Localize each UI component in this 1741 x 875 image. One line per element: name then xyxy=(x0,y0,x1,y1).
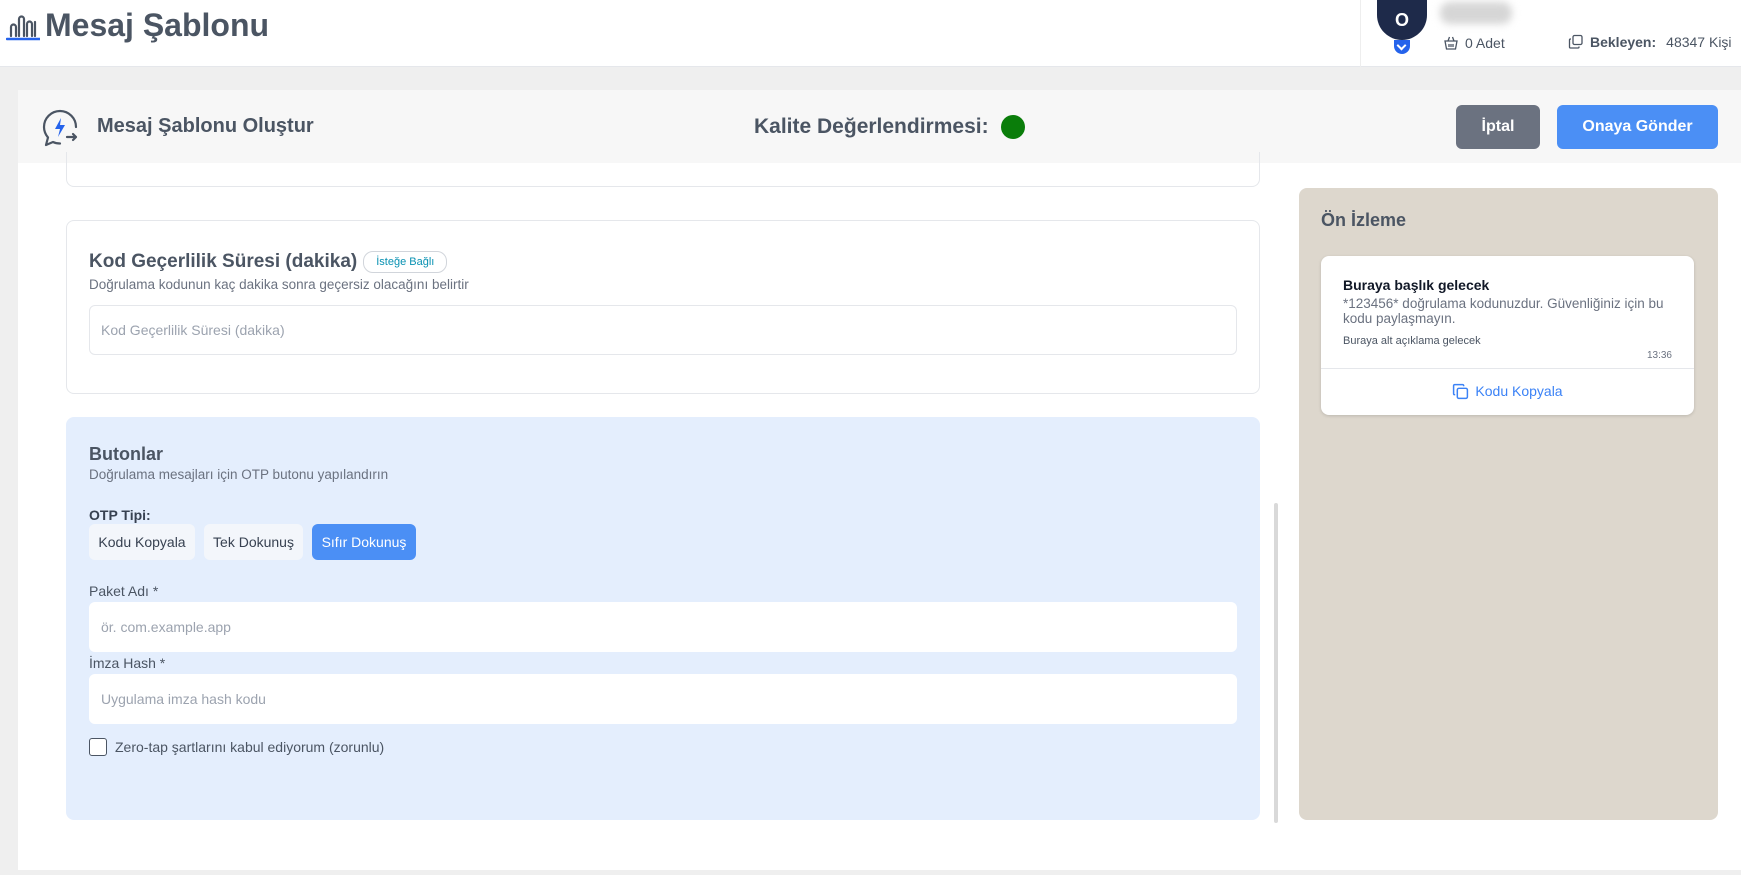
form-scrollbar[interactable] xyxy=(1274,503,1278,823)
form-title: Mesaj Şablonu Oluştur xyxy=(97,115,314,137)
copy-icon xyxy=(1453,383,1469,399)
code-validity-title: Kod Geçerlilik Süresi (dakika) xyxy=(89,251,358,272)
quality-label: Kalite Değerlendirmesi: xyxy=(754,115,989,138)
signature-hash-input[interactable] xyxy=(89,674,1237,724)
otp-type-label: OTP Tipi: xyxy=(89,507,151,523)
page-title: Mesaj Şablonu xyxy=(45,7,270,43)
signature-hash-label: İmza Hash * xyxy=(89,655,166,671)
message-title: Buraya başlık gelecek xyxy=(1343,277,1490,293)
package-name-label: Paket Adı * xyxy=(89,583,159,599)
divider xyxy=(1360,0,1361,67)
message-body: *123456* doğrulama kodunuzdur. Güvenliği… xyxy=(1343,296,1664,326)
buttons-title: Butonlar xyxy=(89,444,163,464)
previous-section xyxy=(66,152,1260,187)
preview-title: Ön İzleme xyxy=(1321,210,1407,230)
quality-indicator: Kalite Değerlendirmesi: xyxy=(754,115,1025,139)
code-validity-description: Doğrulama kodunun kaç dakika sonra geçer… xyxy=(89,277,469,292)
section-title: Kod Geçerlilik Süresi (dakika) İsteğe Ba… xyxy=(89,251,448,273)
credits-stat: 0 Adet xyxy=(1443,35,1505,51)
buttons-section: Butonlar Doğrulama mesajları için OTP bu… xyxy=(66,417,1260,820)
optional-badge: İsteğe Bağlı xyxy=(363,251,448,273)
pending-label: Bekleyen: xyxy=(1590,34,1657,50)
otp-tab-one-tap[interactable]: Tek Dokunuş xyxy=(204,524,303,560)
message-time: 13:36 xyxy=(1646,350,1672,361)
avatar[interactable]: O xyxy=(1377,0,1427,40)
zero-tap-terms-label[interactable]: Zero-tap şartlarını kabul ediyorum (zoru… xyxy=(115,739,384,755)
chevron-down-icon[interactable] xyxy=(1394,40,1410,54)
quality-status-dot xyxy=(1000,115,1025,139)
basket-icon xyxy=(1444,36,1458,50)
pending-stat: Bekleyen: 48347 Kişi xyxy=(1568,34,1732,50)
code-validity-section: Kod Geçerlilik Süresi (dakika) İsteğe Ba… xyxy=(66,220,1260,394)
zero-tap-terms-row: Zero-tap şartlarını kabul ediyorum (zoru… xyxy=(89,738,384,756)
copy-code-preview-button[interactable]: Kodu Kopyala xyxy=(1321,369,1694,413)
template-form-card: Mesaj Şablonu Oluştur Kalite Değerlendir… xyxy=(18,90,1741,870)
otp-tab-zero-tap[interactable]: Sıfır Dokunuş xyxy=(312,524,416,560)
message-preview-bubble: Buraya başlık gelecek *123456* doğrulama… xyxy=(1321,256,1694,415)
submit-for-approval-button[interactable]: Onaya Gönder xyxy=(1557,105,1718,149)
message-flash-icon xyxy=(42,109,78,147)
code-validity-input[interactable] xyxy=(89,305,1237,355)
copy-code-label: Kodu Kopyala xyxy=(1475,383,1563,399)
top-bar: Mesaj Şablonu O 0 Adet Bekleyen: 48347 K… xyxy=(0,0,1741,67)
preview-panel: Ön İzleme Buraya başlık gelecek *123456*… xyxy=(1299,188,1718,820)
bar-chart-icon xyxy=(6,15,40,41)
buttons-description: Doğrulama mesajları için OTP butonu yapı… xyxy=(89,467,389,482)
cancel-button[interactable]: İptal xyxy=(1456,105,1540,149)
credits-value: 0 Adet xyxy=(1465,35,1505,51)
zero-tap-terms-checkbox[interactable] xyxy=(89,738,107,756)
otp-tab-copy-code[interactable]: Kodu Kopyala xyxy=(89,524,195,560)
message-footer: Buraya alt açıklama gelecek xyxy=(1343,335,1481,347)
copy-icon xyxy=(1568,34,1583,49)
pending-value: 48347 Kişi xyxy=(1666,34,1732,50)
user-name-redacted xyxy=(1440,2,1512,24)
package-name-input[interactable] xyxy=(89,602,1237,652)
